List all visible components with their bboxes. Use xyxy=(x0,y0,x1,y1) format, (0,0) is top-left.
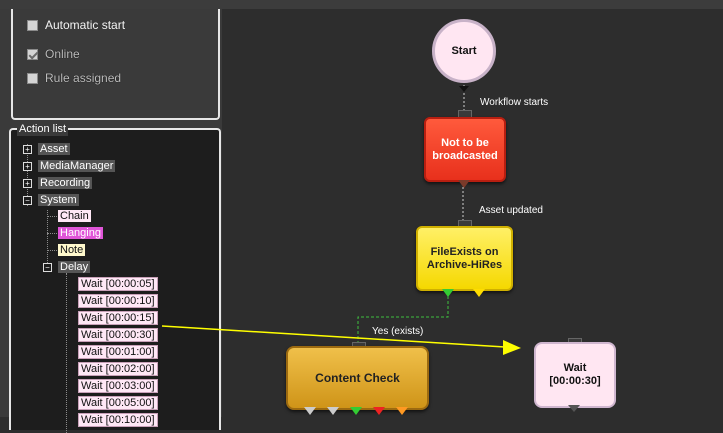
yes-output-port-icon[interactable] xyxy=(442,289,454,297)
content-check-node[interactable]: Content Check xyxy=(286,346,429,410)
tree-item-mediamanager[interactable]: + MediaManager xyxy=(23,159,116,174)
tree-item-chain[interactable]: Chain xyxy=(58,209,91,224)
left-panel: Automatic start Online Rule assigned Act… xyxy=(0,9,222,433)
tree-item-wait[interactable]: Wait [00:00:05] xyxy=(78,277,158,292)
output-port-icon[interactable] xyxy=(350,407,362,415)
online-label: Online xyxy=(45,47,80,61)
tree-label: Wait [00:01:00] xyxy=(78,345,158,359)
collapse-icon[interactable]: − xyxy=(23,196,32,205)
tree-item-wait[interactable]: Wait [00:10:00] xyxy=(78,413,158,428)
tree-label: Wait [00:00:15] xyxy=(78,311,158,325)
tree-item-wait[interactable]: Wait [00:05:00] xyxy=(78,396,158,411)
collapse-icon[interactable]: − xyxy=(43,263,52,272)
output-port-icon[interactable] xyxy=(396,407,408,415)
output-port-icon[interactable] xyxy=(327,407,339,415)
tree-item-wait[interactable]: Wait [00:01:00] xyxy=(78,345,158,360)
expand-icon[interactable]: + xyxy=(23,145,32,154)
tree-label: Chain xyxy=(58,210,91,222)
tree-item-wait[interactable]: Wait [00:03:00] xyxy=(78,379,158,394)
workflow-properties-group: Automatic start Online Rule assigned xyxy=(11,9,220,120)
expand-icon[interactable]: + xyxy=(23,179,32,188)
output-port-icon[interactable] xyxy=(459,86,469,92)
tree-item-wait[interactable]: Wait [00:00:15] xyxy=(78,311,158,326)
output-port-icon[interactable] xyxy=(568,405,580,412)
wait-node[interactable]: Wait [00:00:30] xyxy=(534,342,616,408)
rule-assigned-checkbox[interactable] xyxy=(27,72,38,84)
automatic-start-checkbox[interactable] xyxy=(27,19,38,31)
tree-item-recording[interactable]: + Recording xyxy=(23,176,93,191)
tree-label: Wait [00:02:00] xyxy=(78,362,158,376)
automatic-start-row[interactable]: Automatic start xyxy=(27,17,125,33)
expand-icon[interactable]: + xyxy=(23,162,32,171)
automatic-start-label: Automatic start xyxy=(45,18,126,32)
action-list-group: Action list + Asset + MediaManager + Rec… xyxy=(9,122,221,433)
tree-label: Wait [00:00:05] xyxy=(78,277,158,291)
tree-item-note[interactable]: Note xyxy=(58,243,86,258)
wait-node-label: Wait [00:00:30] xyxy=(549,362,601,387)
tree-label: Wait [00:05:00] xyxy=(78,396,158,410)
tree-label: System xyxy=(38,194,79,206)
no-output-port-icon[interactable] xyxy=(473,289,485,297)
edge-label-workflow-starts: Workflow starts xyxy=(480,97,549,108)
tree-label: Delay xyxy=(58,261,91,273)
not-broadcasted-node[interactable]: Not to be broadcasted xyxy=(424,117,506,182)
tree-item-wait[interactable]: Wait [00:02:00] xyxy=(78,362,158,377)
start-node-label: Start xyxy=(451,44,477,57)
tree-item-wait[interactable]: Wait [00:00:10] xyxy=(78,294,158,309)
rule-assigned-row[interactable]: Rule assigned xyxy=(27,70,121,86)
output-port-icon[interactable] xyxy=(373,407,385,415)
top-bar xyxy=(0,0,723,9)
tree-line xyxy=(47,210,48,267)
edge-label-yes-exists: Yes (exists) xyxy=(372,326,424,337)
output-port-icon[interactable] xyxy=(304,407,316,415)
not-broadcasted-label: Not to be broadcasted xyxy=(432,136,498,162)
tree-item-delay[interactable]: − Delay xyxy=(43,260,91,275)
tree-item-system[interactable]: − System xyxy=(23,193,79,208)
start-node[interactable]: Start xyxy=(432,19,496,83)
tree-label: Wait [00:00:10] xyxy=(78,294,158,308)
tree-label: Asset xyxy=(38,143,70,155)
workflow-canvas[interactable]: Start Workflow starts Not to be broadcas… xyxy=(222,9,723,417)
tree-label: Wait [00:00:30] xyxy=(78,328,158,342)
file-exists-node[interactable]: FileExists on Archive-HiRes xyxy=(416,226,513,291)
action-list-title: Action list xyxy=(17,122,69,136)
tree-label: Note xyxy=(58,244,86,256)
tree-label: Wait [00:03:00] xyxy=(78,379,158,393)
online-row[interactable]: Online xyxy=(27,46,80,62)
rule-assigned-label: Rule assigned xyxy=(45,71,122,85)
content-check-label: Content Check xyxy=(315,370,400,385)
tree-label: MediaManager xyxy=(38,160,116,172)
tree-item-asset[interactable]: + Asset xyxy=(23,142,70,157)
file-exists-label: FileExists on Archive-HiRes xyxy=(426,245,503,271)
output-port-icon[interactable] xyxy=(458,180,470,188)
tree-line xyxy=(66,273,67,433)
tree-label: Wait [00:10:00] xyxy=(78,413,158,427)
tree-item-hanging[interactable]: Hanging xyxy=(58,226,103,241)
tree-label: Hanging xyxy=(58,227,103,239)
edge-label-asset-updated: Asset updated xyxy=(479,205,543,216)
online-checkbox[interactable] xyxy=(27,48,38,60)
tree-label: Recording xyxy=(38,177,93,189)
tree-item-wait-selected[interactable]: Wait [00:00:30] xyxy=(78,328,158,343)
